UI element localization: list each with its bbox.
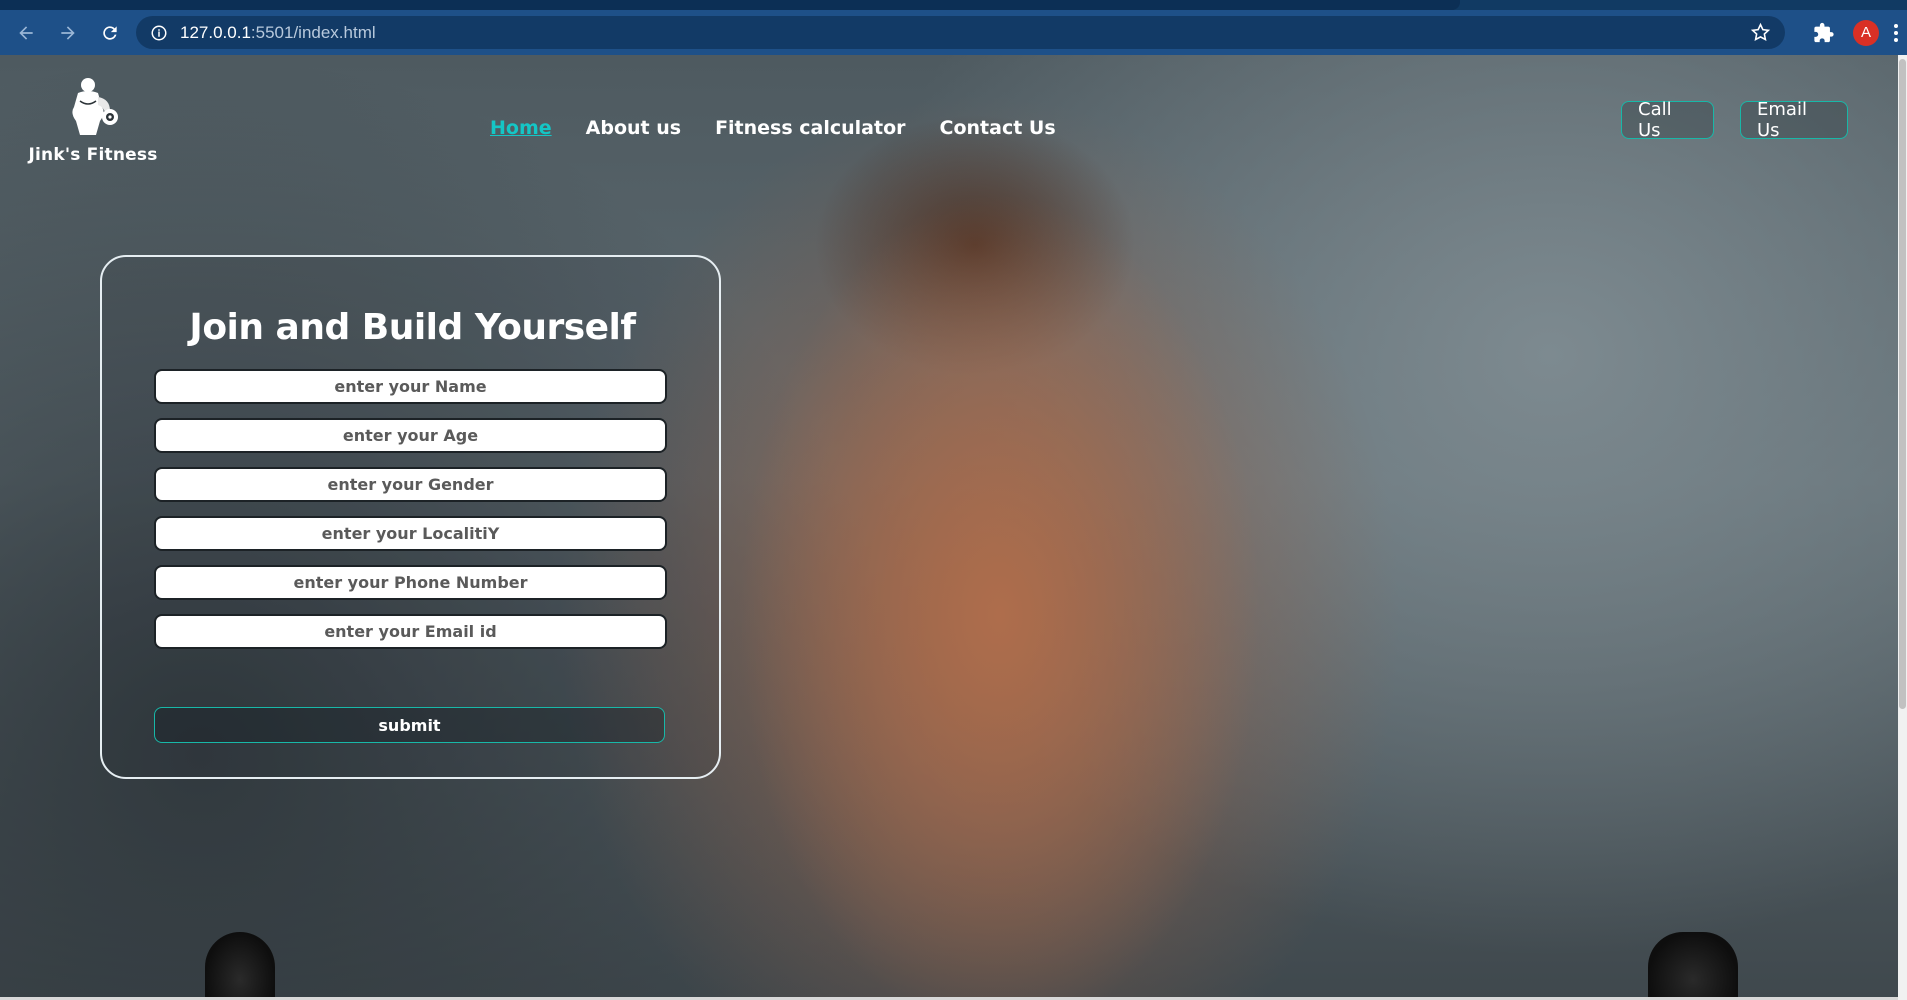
age-field[interactable] (154, 418, 667, 453)
brand[interactable]: Jink's Fitness (28, 77, 158, 165)
url-path: :5501/index.html (250, 22, 376, 42)
nav-fitness-calculator[interactable]: Fitness calculator (715, 117, 905, 139)
url-text: 127.0.0.1:5501/index.html (180, 23, 376, 43)
bodybuilder-logo-icon (72, 78, 118, 135)
nav-home[interactable]: Home (490, 117, 552, 139)
toolbar-right-icons: A (1813, 10, 1907, 55)
submit-button[interactable]: submit (154, 707, 665, 743)
call-us-button[interactable]: Call Us (1621, 99, 1714, 141)
email-field[interactable] (154, 614, 667, 649)
profile-avatar[interactable]: A (1853, 19, 1879, 46)
name-field[interactable] (154, 369, 667, 404)
gender-field[interactable] (154, 467, 667, 502)
scrollbar-thumb[interactable] (1899, 59, 1906, 709)
url-host: 127.0.0.1 (180, 22, 251, 42)
page-viewport: Jink's Fitness Home About us Fitness cal… (0, 55, 1907, 1000)
locality-field[interactable] (154, 516, 667, 551)
brand-name: Jink's Fitness (28, 145, 158, 165)
main-nav: Home About us Fitness calculator Contact… (490, 117, 1056, 139)
form-title: Join and Build Yourself (189, 307, 636, 348)
email-us-button[interactable]: Email Us (1740, 99, 1848, 141)
phone-number-field[interactable] (154, 565, 667, 600)
address-bar[interactable]: 127.0.0.1:5501/index.html (136, 16, 1785, 49)
reload-icon[interactable] (94, 17, 126, 49)
dumbbell-plate-right (1648, 932, 1738, 1000)
vertical-scrollbar[interactable] (1898, 55, 1907, 1000)
browser-tabstrip (0, 0, 1907, 10)
nav-contact-us[interactable]: Contact Us (940, 117, 1056, 139)
browser-active-tab[interactable] (0, 0, 1460, 10)
nav-about-us[interactable]: About us (586, 117, 681, 139)
info-icon[interactable] (150, 24, 168, 42)
browser-toolbar: 127.0.0.1:5501/index.html A (0, 10, 1907, 55)
back-icon[interactable] (10, 17, 42, 49)
star-icon[interactable] (1750, 22, 1771, 43)
menu-icon[interactable] (1893, 22, 1899, 44)
dumbbell-plate-left (205, 932, 275, 1000)
join-form-card: Join and Build Yourself submit (100, 255, 721, 779)
extensions-icon[interactable] (1813, 22, 1835, 44)
forward-icon[interactable] (52, 17, 84, 49)
